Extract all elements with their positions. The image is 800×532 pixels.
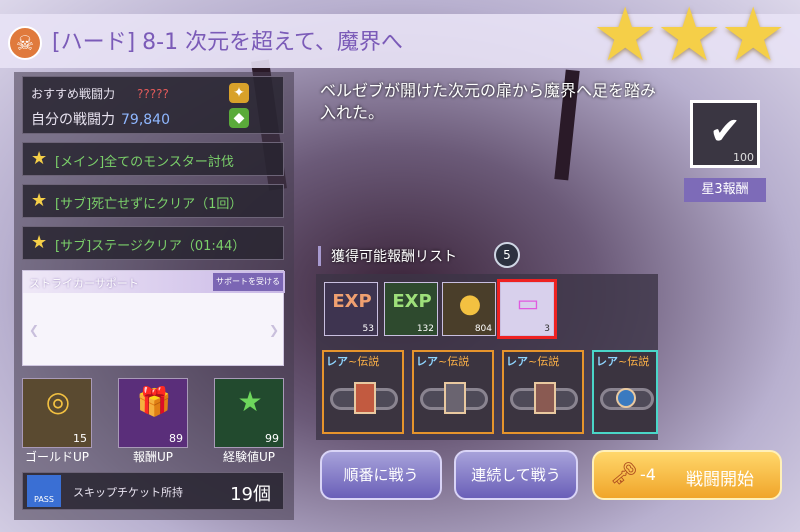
- mission-text: [サブ]死亡せずにクリア（1回）: [55, 197, 243, 212]
- recommended-power-label: おすすめ戦闘力: [31, 87, 116, 101]
- exp-up-boost[interactable]: ★ 99: [214, 378, 284, 448]
- star-icon: ★: [31, 148, 48, 169]
- boost-label: 報酬UP: [132, 450, 174, 464]
- reward-list-title: 獲得可能報酬リスト: [318, 246, 457, 266]
- badge-icon: ✦: [229, 83, 249, 103]
- boost-label: 経験値UP: [222, 450, 276, 464]
- gear-reward[interactable]: レア~伝説: [502, 350, 584, 434]
- mission-text: [サブ]ステージクリア（01:44）: [55, 239, 246, 254]
- mission-item: ★ [サブ]死亡せずにクリア（1回）: [22, 184, 284, 218]
- gear-rarity-low: レア: [416, 355, 438, 368]
- boost-count: 99: [265, 432, 279, 445]
- striker-support-panel: ストライカーサポート サポートを受ける ❮ ❯: [22, 270, 285, 366]
- reward-list-count: 5: [494, 242, 520, 268]
- exp-star-icon: ★: [237, 385, 263, 418]
- leaf-icon: ◆: [229, 108, 249, 128]
- reward-count: 804: [474, 324, 492, 334]
- receive-support-button[interactable]: サポートを受ける: [213, 273, 283, 291]
- gear-rarity-low: レア: [506, 355, 528, 368]
- reward-count: 3: [544, 324, 550, 334]
- star-icon: ★: [592, 0, 659, 78]
- gear-reward[interactable]: レア~伝説: [412, 350, 494, 434]
- start-cost: -4: [640, 465, 656, 484]
- boost-label: ゴールドUP: [24, 450, 90, 464]
- gear-reward[interactable]: レア~伝説: [322, 350, 404, 434]
- reward-item[interactable]: ● 804: [442, 282, 496, 336]
- skip-pass-icon: PASS: [27, 475, 61, 507]
- gold-coin-icon: ●: [458, 289, 482, 319]
- reward-up-boost[interactable]: 🎁 89: [118, 378, 188, 448]
- own-power-value: 79,840: [121, 112, 170, 128]
- mission-item: ★ [サブ]ステージクリア（01:44）: [22, 226, 284, 260]
- exp-potion-icon: EXP: [332, 291, 372, 312]
- continuous-battle-button[interactable]: 連続して戦う: [454, 450, 578, 500]
- chevron-left-icon[interactable]: ❮: [29, 323, 39, 339]
- reward-count: 53: [362, 324, 374, 334]
- reward-item-highlighted[interactable]: ▭ 3: [497, 279, 557, 339]
- check-icon: ✔: [709, 109, 741, 153]
- start-label: 戦闘開始: [686, 470, 754, 490]
- skip-ticket-count: 19個: [230, 484, 271, 505]
- gear-rarity-low: レア: [326, 355, 348, 368]
- mission-text: [メイン]全てのモンスター討伐: [55, 155, 234, 170]
- gold-up-boost[interactable]: ◎ 15: [22, 378, 92, 448]
- star-icon: ★: [31, 190, 48, 211]
- gold-coins-icon: ◎: [45, 385, 71, 418]
- gear-rarity-high: ~伝説: [348, 355, 380, 368]
- start-battle-button[interactable]: 🗝 -4 戦闘開始: [592, 450, 782, 500]
- star3-reward-item[interactable]: ✔ 100: [690, 100, 760, 168]
- reward-item[interactable]: EXP 132: [384, 282, 438, 336]
- gear-rarity-high: ~伝説: [528, 355, 560, 368]
- stage-description: ベルゼブが開けた次元の扉から魔界へ足を踏み入れた。: [320, 81, 657, 122]
- gear-reward[interactable]: レア~伝説: [592, 350, 658, 434]
- stage-info-panel: おすすめ戦闘力????? 自分の戦闘力 79,840 ✦ ◆ ★ [メイン]全ての…: [14, 72, 294, 520]
- own-power-label: 自分の戦闘力: [31, 112, 115, 128]
- star3-reward-count: 100: [733, 151, 754, 164]
- skip-ticket-row: PASS スキップチケット所持 19個: [22, 472, 284, 510]
- gear-rarity-high: ~伝説: [438, 355, 470, 368]
- star-icon: ★: [656, 0, 723, 78]
- star-rating: ★ ★ ★: [592, 0, 792, 78]
- stage-screen: ☠ [ハード] 8-1 次元を超えて、魔界へ ★ ★ ★ おすすめ戦闘力????…: [0, 0, 800, 532]
- reward-count: 132: [416, 324, 434, 334]
- recommended-power-value: ?????: [137, 87, 169, 101]
- star-icon: ★: [720, 0, 787, 78]
- ticket-icon: ▭: [516, 289, 540, 317]
- support-title: ストライカーサポート: [29, 277, 139, 290]
- star3-reward-label: 星3報酬: [684, 178, 766, 202]
- boost-count: 89: [169, 432, 183, 445]
- reward-item[interactable]: EXP 53: [324, 282, 378, 336]
- mission-item: ★ [メイン]全てのモンスター討伐: [22, 142, 284, 176]
- exp-potion-icon: EXP: [392, 291, 432, 312]
- gear-rarity-high: ~伝説: [618, 355, 650, 368]
- skull-icon: ☠: [8, 26, 42, 60]
- stage-title: [ハード] 8-1 次元を超えて、魔界へ: [52, 30, 403, 55]
- boost-count: 15: [73, 432, 87, 445]
- key-icon: 🗝: [610, 462, 638, 487]
- skip-ticket-label: スキップチケット所持: [73, 486, 183, 499]
- gift-icon: 🎁: [136, 385, 172, 418]
- sequential-battle-button[interactable]: 順番に戦う: [320, 450, 442, 500]
- power-box: おすすめ戦闘力????? 自分の戦闘力 79,840 ✦ ◆: [22, 76, 284, 134]
- star-icon: ★: [31, 232, 48, 253]
- chevron-right-icon[interactable]: ❯: [269, 323, 279, 339]
- gear-rarity-low: レア: [596, 355, 618, 368]
